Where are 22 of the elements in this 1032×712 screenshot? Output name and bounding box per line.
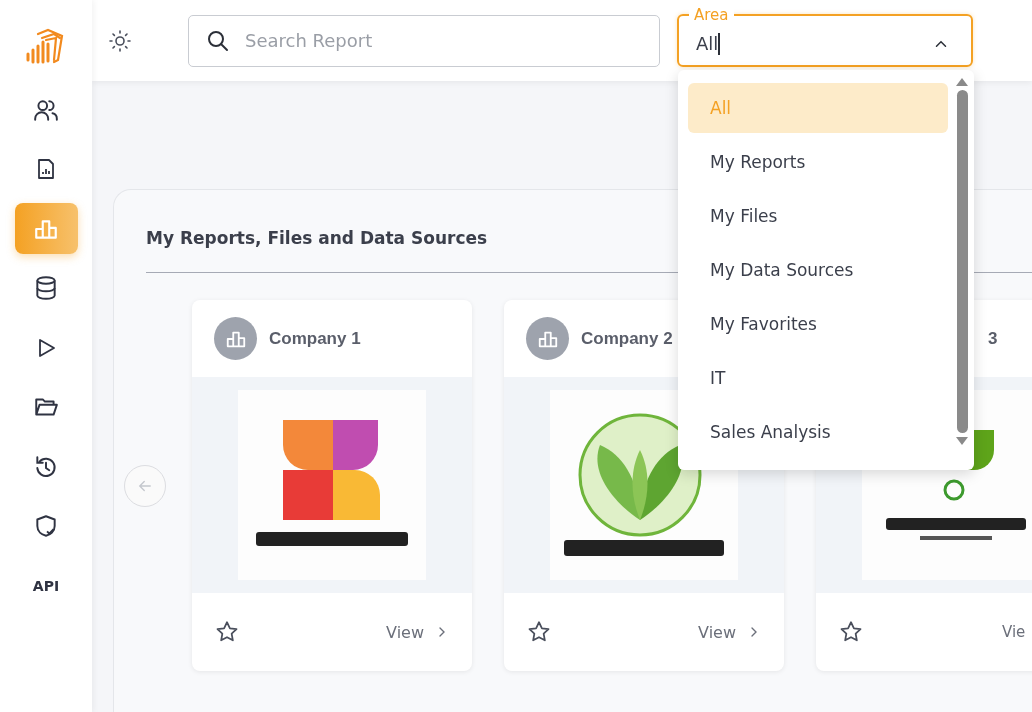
area-value: All (696, 33, 719, 54)
menu-option[interactable]: My Reports (688, 137, 948, 187)
view-link[interactable]: View (386, 622, 450, 642)
report-card[interactable]: Company 1 View (192, 300, 472, 671)
database-icon (33, 275, 59, 301)
chart-badge-icon (526, 317, 569, 360)
shield-check-icon (33, 513, 59, 539)
card-title: Company 2 (581, 328, 673, 349)
chart-badge-icon (214, 317, 257, 360)
menu-option[interactable]: My Data Sources (688, 245, 948, 295)
card-title: 3 (988, 328, 998, 349)
view-link[interactable]: Vie (1002, 623, 1026, 641)
sun-icon (108, 28, 132, 53)
nav-item[interactable]: API (14, 560, 78, 611)
card-title: Company 1 (269, 328, 361, 349)
theme-toggle[interactable] (108, 28, 132, 53)
search-field[interactable]: Search Report (188, 14, 660, 67)
menu-option[interactable]: My Files (688, 191, 948, 241)
panel-title: My Reports, Files and Data Sources (146, 227, 489, 250)
history-icon (33, 453, 59, 480)
view-link[interactable]: View (698, 622, 762, 642)
search-icon (206, 28, 230, 53)
